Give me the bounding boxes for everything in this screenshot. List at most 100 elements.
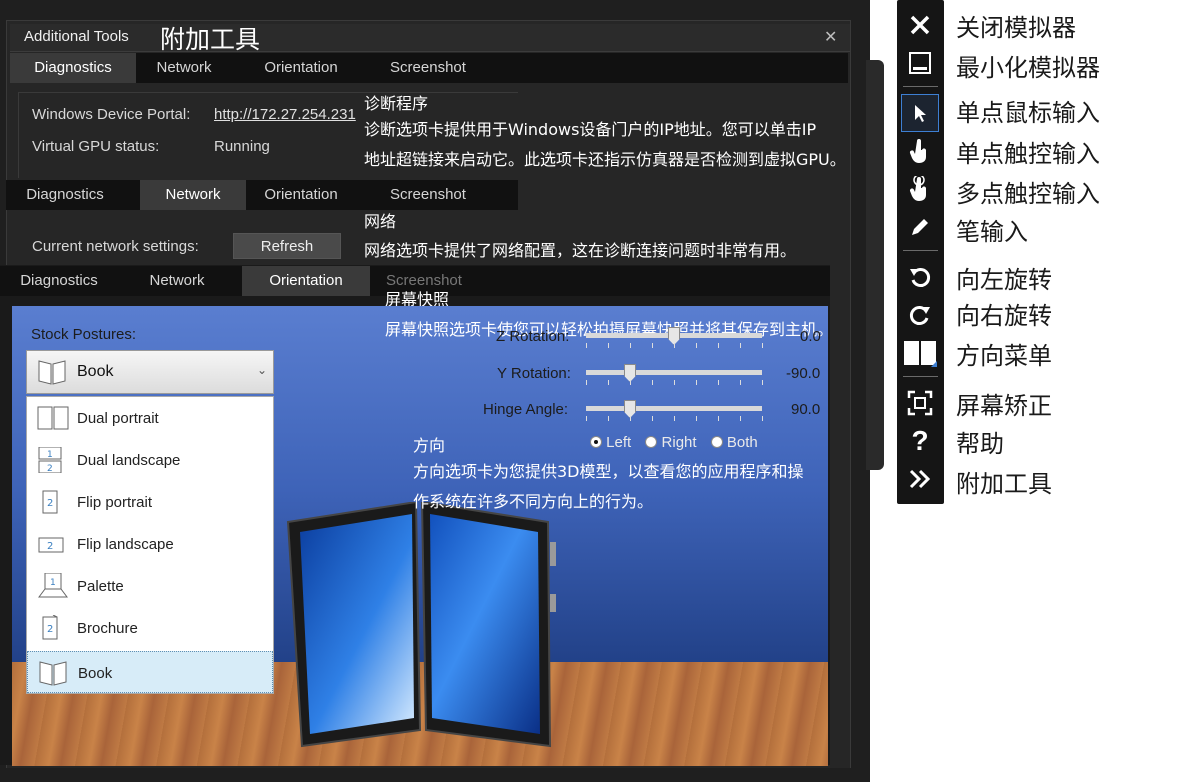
posture-option-label: Flip landscape xyxy=(77,536,174,553)
folded-device-model xyxy=(286,502,556,748)
slider-tick xyxy=(674,343,675,348)
posture-option-label: Dual landscape xyxy=(77,452,181,469)
device-portal-label: Windows Device Portal: xyxy=(32,106,191,123)
tab-diagnostics[interactable]: Diagnostics xyxy=(10,53,136,83)
selected-posture: Book xyxy=(77,363,114,380)
slider-tick xyxy=(696,380,697,385)
touch-icon xyxy=(909,139,927,163)
posture-option-palette[interactable]: 1 Palette xyxy=(27,565,273,607)
pen-input-button[interactable] xyxy=(901,208,939,246)
close-emulator-button[interactable] xyxy=(901,6,939,44)
tab-orientation[interactable]: Orientation xyxy=(242,266,370,296)
rotate-right-icon xyxy=(909,306,930,325)
pen-icon xyxy=(912,219,928,235)
diagnostics-callout-line2: 地址超链接来启动它。此选项卡还指示仿真器是否检测到虚拟GPU。 xyxy=(364,150,846,169)
diagnostics-callout-line1: 诊断选项卡提供用于Windows设备门户的IP地址。您可以单击IP xyxy=(364,120,817,139)
help-icon: ? xyxy=(911,425,929,456)
posture-option-book[interactable]: Book xyxy=(27,651,273,693)
fit-screen-button[interactable] xyxy=(901,384,939,422)
slider-tick xyxy=(762,343,763,348)
slider-tick xyxy=(630,343,631,348)
radio-both[interactable]: Both xyxy=(710,434,758,451)
toolbar-label-minimize: 最小化模拟器 xyxy=(956,54,1100,82)
posture-select[interactable]: Book ⌄ xyxy=(26,350,274,394)
svg-text:2: 2 xyxy=(47,498,53,509)
radio-label: Both xyxy=(726,434,758,451)
radio-right[interactable]: Right xyxy=(645,434,700,451)
tab-orientation[interactable]: Orientation xyxy=(240,53,362,83)
radio-indicator xyxy=(590,436,602,448)
gpu-status-label: Virtual GPU status: xyxy=(32,138,160,155)
posture-option-flip-portrait[interactable]: 2 Flip portrait xyxy=(27,481,273,523)
slider-tick xyxy=(652,416,653,421)
radio-group-hinge-side: Left Right Both xyxy=(590,434,758,451)
slider-tick xyxy=(740,343,741,348)
orientation-callout-line1: 方向选项卡为您提供3D模型，以查看您的应用程序和操 xyxy=(413,462,804,481)
radio-label: Left xyxy=(606,434,632,451)
orientation-callout-title: 方向 xyxy=(413,436,446,455)
tab-orientation[interactable]: Orientation xyxy=(246,180,356,210)
posture-list: Dual portrait 1 2 Dual landscape 2 Flip … xyxy=(26,396,274,694)
posture-option-label: Palette xyxy=(77,578,124,595)
close-window-button[interactable]: ✕ xyxy=(824,27,837,47)
fit-screen-icon xyxy=(907,390,933,416)
posture-option-brochure[interactable]: 2 Brochure xyxy=(27,607,273,649)
slider-tick xyxy=(608,380,609,385)
y-rotation-slider-track[interactable] xyxy=(586,370,762,375)
posture-menu-button[interactable] xyxy=(901,334,939,372)
slider-tick xyxy=(586,416,587,421)
toolbar-separator xyxy=(903,250,938,251)
posture-option-dual-portrait[interactable]: Dual portrait xyxy=(27,397,273,439)
tab-network[interactable]: Network xyxy=(140,180,246,210)
slider-tick xyxy=(608,416,609,421)
posture-option-dual-landscape[interactable]: 1 2 Dual landscape xyxy=(27,439,273,481)
refresh-button[interactable]: Refresh xyxy=(233,233,341,259)
z-rotation-value: 0.0 xyxy=(800,328,821,345)
posture-option-label: Dual portrait xyxy=(77,410,159,427)
toolbar-label-fit-screen: 屏幕矫正 xyxy=(956,392,1052,420)
tab-diagnostics[interactable]: Diagnostics xyxy=(0,266,118,296)
posture-option-label: Book xyxy=(78,665,113,682)
toolbar-label-touch: 单点触控输入 xyxy=(956,140,1100,168)
hinge-angle-slider-track[interactable] xyxy=(586,406,762,411)
diagnostics-callout-title: 诊断程序 xyxy=(364,94,429,113)
hinge-angle-value: 90.0 xyxy=(791,401,821,418)
toolbar-label-mouse: 单点鼠标输入 xyxy=(956,99,1100,127)
rotate-left-button[interactable] xyxy=(901,258,939,296)
tab-network[interactable]: Network xyxy=(136,53,232,83)
help-button[interactable]: ? xyxy=(901,422,939,460)
additional-tools-button[interactable] xyxy=(901,460,939,498)
toolbar-label-close: 关闭模拟器 xyxy=(956,14,1076,42)
tab-network[interactable]: Network xyxy=(128,266,226,296)
slider-tick xyxy=(608,343,609,348)
hinge-angle-label: Hinge Angle: xyxy=(483,401,569,418)
slider-tick xyxy=(652,380,653,385)
multi-touch-icon xyxy=(909,176,927,201)
minimize-emulator-button[interactable] xyxy=(901,44,939,82)
slider-tick xyxy=(652,343,653,348)
device-portal-link[interactable]: http://172.27.254.231 xyxy=(214,106,356,123)
rotate-left-icon xyxy=(910,268,931,287)
posture-menu-icon xyxy=(904,341,937,367)
radio-indicator xyxy=(645,436,658,448)
tab-screenshot[interactable]: Screenshot xyxy=(372,53,484,83)
close-icon: ✕ xyxy=(824,29,838,46)
slider-tick xyxy=(696,343,697,348)
book-posture-icon xyxy=(39,661,67,686)
posture-option-label: Flip portrait xyxy=(77,494,153,511)
emulator-toolbar: ? xyxy=(897,0,944,504)
radio-left[interactable]: Left xyxy=(590,434,635,451)
rotate-right-button[interactable] xyxy=(901,296,939,334)
tab-screenshot[interactable]: Screenshot xyxy=(368,180,488,210)
posture-option-flip-landscape[interactable]: 2 Flip landscape xyxy=(27,523,273,565)
touch-input-button[interactable] xyxy=(901,132,939,170)
multi-touch-input-button[interactable] xyxy=(901,170,939,208)
toolbar-label-multi-touch: 多点触控输入 xyxy=(956,180,1100,208)
slider-tick xyxy=(674,380,675,385)
toolbar-label-additional-tools: 附加工具 xyxy=(956,470,1052,498)
slider-tick xyxy=(718,343,719,348)
dual-landscape-icon: 1 2 xyxy=(38,447,62,473)
mouse-input-button[interactable] xyxy=(901,94,939,132)
frame-bottom-edge xyxy=(0,768,870,782)
tab-diagnostics[interactable]: Diagnostics xyxy=(6,180,124,210)
